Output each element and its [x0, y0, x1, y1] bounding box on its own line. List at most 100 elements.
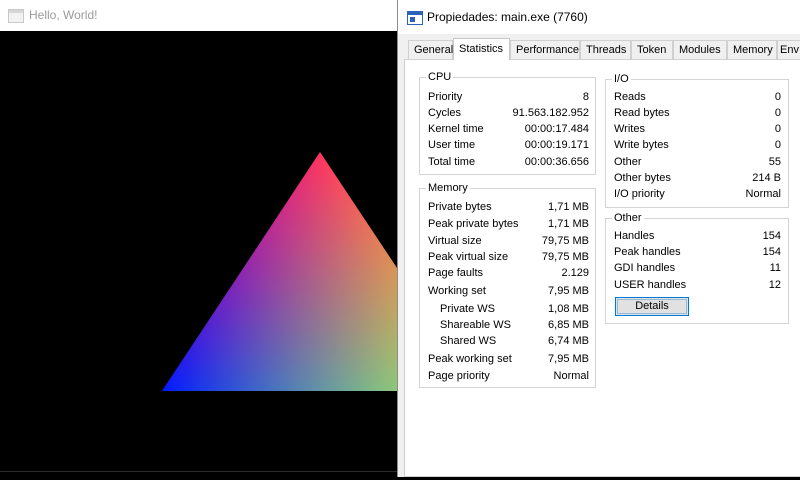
memory-row-private-ws: Private WS 1,08 MB	[428, 301, 589, 317]
row-label: Priority	[428, 91, 463, 103]
cpu-row-total-time: Total time 00:00:36.656	[428, 154, 589, 170]
row-label: Peak private bytes	[428, 218, 519, 230]
row-label: Shareable WS	[440, 319, 511, 331]
tab-statistics[interactable]: Statistics	[453, 38, 510, 60]
row-value: 7,95 MB	[548, 285, 589, 297]
tab-general[interactable]: General	[408, 40, 453, 59]
tab-environment[interactable]: Env	[777, 40, 800, 59]
other-row-gdi-handles: GDI handles 11	[614, 260, 781, 276]
row-value: 11	[769, 262, 781, 274]
memory-row-shareable-ws: Shareable WS 6,85 MB	[428, 317, 589, 333]
window-app-icon	[8, 9, 24, 23]
tab-memory[interactable]: Memory	[727, 40, 777, 59]
row-value: 00:00:17.484	[524, 123, 589, 135]
io-row-reads: Reads 0	[614, 89, 781, 105]
row-label: I/O priority	[614, 188, 665, 200]
row-value: 79,75 MB	[541, 251, 589, 263]
memory-row-private-bytes: Private bytes 1,71 MB	[428, 199, 589, 215]
tab-token[interactable]: Token	[631, 40, 673, 59]
memory-group-title: Memory	[426, 182, 470, 194]
cpu-group-title: CPU	[426, 71, 454, 83]
row-label: Peak handles	[614, 246, 681, 258]
row-label: Other	[614, 156, 642, 168]
statistics-panel: CPU Priority 8 Cycles 91.563.182.952 Ker…	[404, 59, 800, 477]
row-label: Private WS	[440, 303, 496, 315]
memory-row-virtual-size: Virtual size 79,75 MB	[428, 233, 589, 249]
cpu-row-cycles: Cycles 91.563.182.952	[428, 105, 589, 121]
memory-group: Memory Private bytes 1,71 MB Peak privat…	[419, 182, 596, 388]
row-label: Total time	[428, 156, 476, 168]
rendered-triangle	[162, 152, 397, 391]
memory-row-page-faults: Page faults 2.129	[428, 265, 589, 281]
row-label: Kernel time	[428, 123, 484, 135]
row-label: Write bytes	[614, 139, 669, 151]
row-value: 79,75 MB	[541, 235, 589, 247]
row-label: Peak virtual size	[428, 251, 509, 263]
row-value: 7,95 MB	[548, 353, 589, 365]
row-label: Page faults	[428, 267, 484, 279]
other-group-title: Other	[612, 212, 644, 224]
io-row-read-bytes: Read bytes 0	[614, 105, 781, 121]
row-value: 55	[768, 156, 781, 168]
tab-strip: General Statistics Performance Threads T…	[398, 38, 800, 60]
other-row-handles: Handles 154	[614, 228, 781, 244]
row-value: 6,74 MB	[548, 335, 589, 347]
opengl-window-titlebar[interactable]: Hello, World!	[0, 0, 397, 31]
properties-titlebar[interactable]: Propiedades: main.exe (7760)	[398, 0, 800, 34]
row-value: 6,85 MB	[548, 319, 589, 331]
properties-window: Propiedades: main.exe (7760) General Sta…	[397, 0, 800, 477]
other-row-peak-handles: Peak handles 154	[614, 244, 781, 260]
row-label: Reads	[614, 91, 646, 103]
row-label: USER handles	[614, 279, 687, 291]
row-label: GDI handles	[614, 262, 676, 274]
tab-modules[interactable]: Modules	[673, 40, 727, 59]
row-label: Virtual size	[428, 235, 482, 247]
row-value: 154	[762, 230, 781, 242]
tab-performance[interactable]: Performance	[510, 40, 580, 59]
memory-row-page-priority: Page priority Normal	[428, 368, 589, 384]
row-value: 91.563.182.952	[512, 107, 589, 119]
cpu-group: CPU Priority 8 Cycles 91.563.182.952 Ker…	[419, 71, 596, 175]
io-row-other-bytes: Other bytes 214 B	[614, 170, 781, 186]
render-canvas[interactable]	[0, 31, 397, 477]
other-row-user-handles: USER handles 12	[614, 277, 781, 293]
io-row-write-bytes: Write bytes 0	[614, 137, 781, 153]
io-group-title: I/O	[612, 73, 631, 85]
row-value: 8	[582, 91, 589, 103]
row-value: 1,08 MB	[548, 303, 589, 315]
io-group: I/O Reads 0 Read bytes 0 Writes 0 Write …	[605, 73, 789, 208]
row-value: 0	[774, 123, 781, 135]
other-group: Other Handles 154 Peak handles 154 GDI h…	[605, 212, 789, 324]
row-value: 12	[768, 279, 781, 291]
memory-row-peak-working-set: Peak working set 7,95 MB	[428, 351, 589, 367]
memory-row-peak-private-bytes: Peak private bytes 1,71 MB	[428, 216, 589, 232]
cpu-row-priority: Priority 8	[428, 89, 589, 105]
row-value: 0	[774, 107, 781, 119]
tab-threads[interactable]: Threads	[580, 40, 631, 59]
opengl-window: Hello, World!	[0, 0, 397, 477]
row-value: 2.129	[561, 267, 589, 279]
cpu-row-user-time: User time 00:00:19.171	[428, 137, 589, 153]
row-label: Working set	[428, 285, 486, 297]
row-label: Shared WS	[440, 335, 497, 347]
io-row-io-priority: I/O priority Normal	[614, 186, 781, 202]
row-value: 154	[762, 246, 781, 258]
row-value: 0	[774, 91, 781, 103]
row-label: User time	[428, 139, 476, 151]
properties-window-title: Propiedades: main.exe (7760)	[427, 10, 588, 24]
row-label: Other bytes	[614, 172, 671, 184]
memory-row-shared-ws: Shared WS 6,74 MB	[428, 333, 589, 349]
row-label: Handles	[614, 230, 655, 242]
row-value: 0	[774, 139, 781, 151]
cpu-row-kernel-time: Kernel time 00:00:17.484	[428, 121, 589, 137]
row-label: Writes	[614, 123, 645, 135]
properties-window-icon	[407, 11, 423, 25]
row-value: 1,71 MB	[548, 218, 589, 230]
io-row-other: Other 55	[614, 154, 781, 170]
row-label: Read bytes	[614, 107, 670, 119]
row-value: 1,71 MB	[548, 201, 589, 213]
row-value: 00:00:36.656	[524, 156, 589, 168]
row-label: Private bytes	[428, 201, 492, 213]
row-value: 00:00:19.171	[524, 139, 589, 151]
details-button[interactable]: Details	[615, 297, 689, 316]
